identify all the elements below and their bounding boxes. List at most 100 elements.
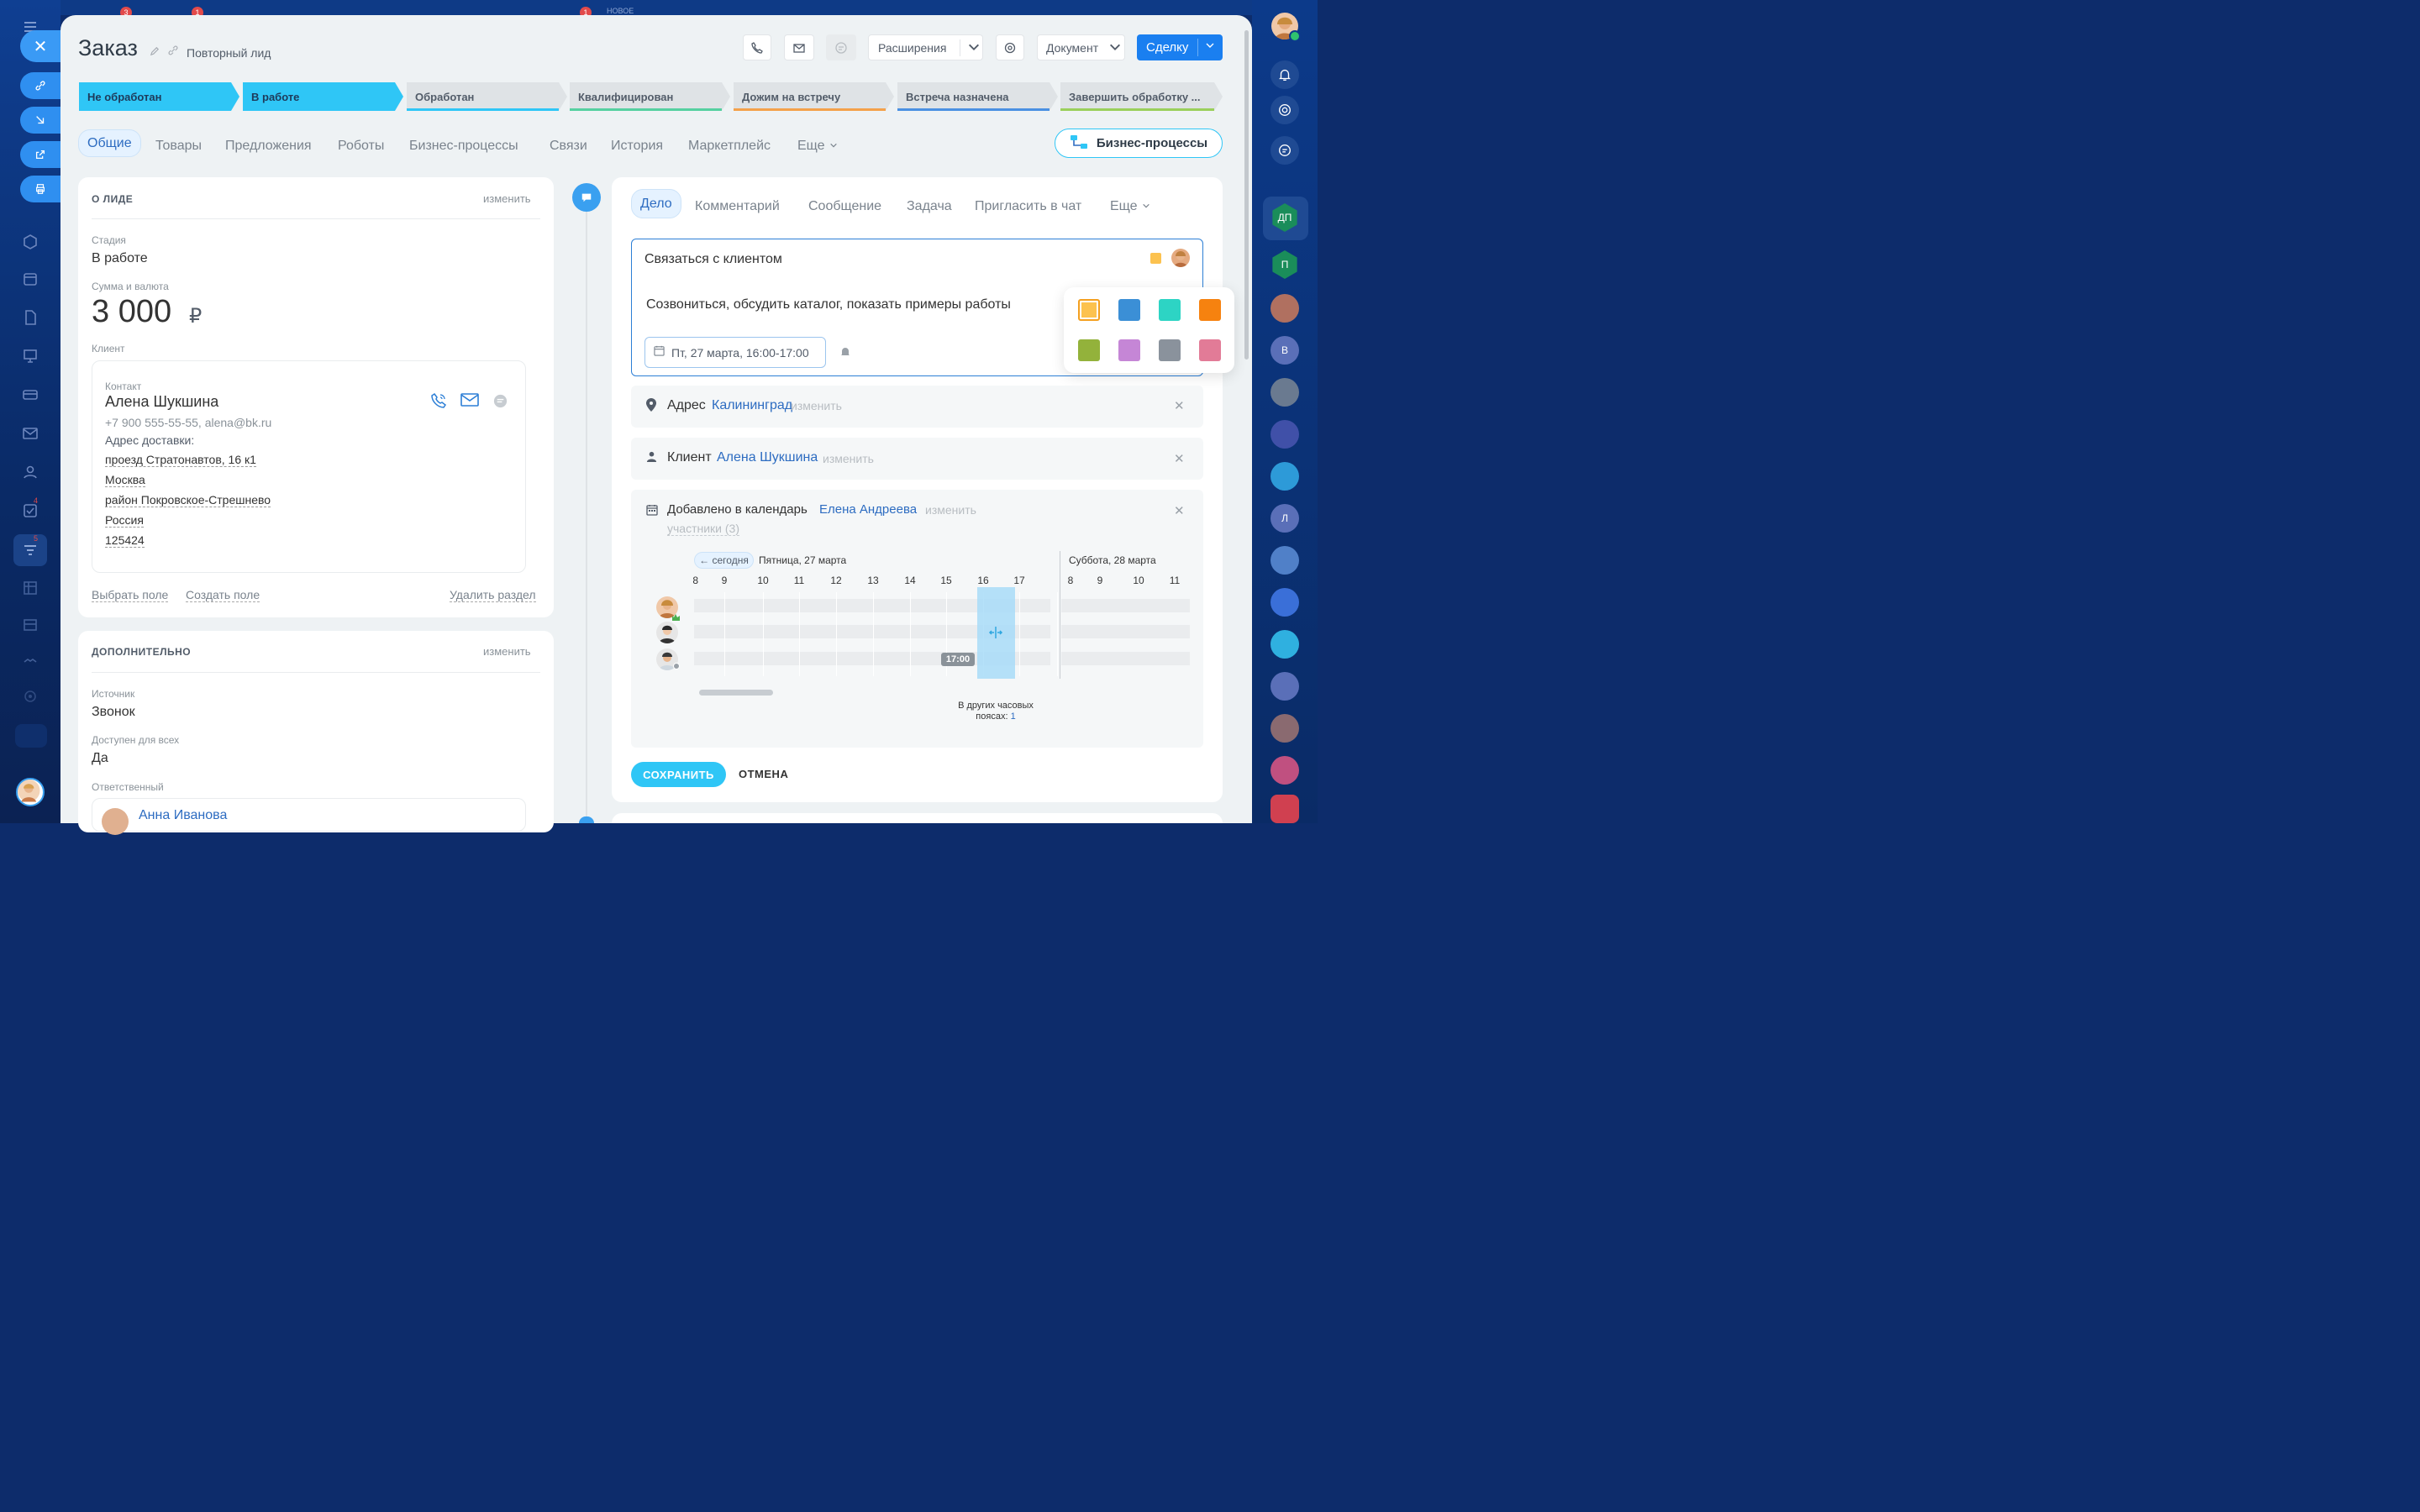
notifications-button[interactable] [1270,60,1299,89]
open-new-window-button[interactable] [20,141,60,168]
calendar-owner[interactable]: Елена Андреева [819,502,917,517]
address-line[interactable]: проезд Стратонавтов, 16 к1 [105,453,256,467]
chat-v[interactable]: В [1270,336,1299,365]
stage-not-processed[interactable]: Не обработан [79,82,239,111]
chat-avatar[interactable] [1270,378,1299,407]
tab-offers[interactable]: Предложения [225,134,312,158]
calendar-edit-link[interactable]: изменить [925,503,976,517]
handshake-icon[interactable] [18,650,42,674]
play-icon[interactable] [1289,30,1301,42]
funnel-icon[interactable] [18,538,42,562]
settings-icon[interactable] [18,685,42,708]
convert-to-deal-button[interactable]: Сделку [1137,34,1223,60]
color-swatch[interactable] [1078,339,1100,361]
bot-icon[interactable] [1270,630,1299,659]
presentation-icon[interactable] [18,344,42,368]
public-value[interactable]: Да [92,751,108,766]
planner-scrollbar[interactable] [699,690,773,696]
tab-products[interactable]: Товары [155,134,202,158]
contact-mail-icon[interactable] [460,392,479,412]
stage-finish[interactable]: Завершить обработку ... [1060,82,1223,111]
sum-value[interactable]: 3 000 [92,294,171,330]
card-icon[interactable] [18,383,42,407]
tab-robots[interactable]: Роботы [338,134,384,158]
tab-more[interactable]: Еще [797,134,838,158]
task-color-marker[interactable] [1150,253,1161,264]
group-icon[interactable] [1270,672,1299,701]
extensions-button[interactable]: Расширения [868,34,983,60]
settings-button[interactable] [996,34,1024,60]
address-edit-link[interactable]: изменить [791,399,842,412]
edit-section-link[interactable]: изменить [483,645,531,658]
contact-chat-icon[interactable] [492,393,508,413]
bookmark-icon[interactable] [1270,588,1299,617]
color-swatch[interactable] [1118,339,1140,361]
messages-button[interactable] [1270,136,1299,165]
task-title-input[interactable]: Связаться с клиентом [644,252,782,267]
activity-tab-deal[interactable]: Дело [631,189,681,218]
grid-icon[interactable] [18,576,42,600]
color-swatch[interactable] [1159,299,1181,321]
chat-avatar[interactable] [1270,420,1299,449]
video-call-icon[interactable] [1270,795,1299,823]
copilot-button[interactable] [1270,96,1299,124]
mail-icon[interactable] [18,422,42,445]
remove-client-button[interactable]: ✕ [1174,451,1185,466]
activity-tab-comment[interactable]: Комментарий [695,195,780,218]
save-button[interactable]: СОХРАНИТЬ [631,762,726,787]
call-button[interactable] [743,34,771,60]
document-icon[interactable] [18,306,42,329]
tab-links[interactable]: Связи [550,134,587,158]
contact-info[interactable]: +7 900 555-55-55, alena@bk.ru [105,416,271,429]
task-description[interactable]: Созвониться, обсудить каталог, показать … [646,297,1011,312]
tab-business-processes[interactable]: Бизнес-процессы [409,134,518,158]
activity-tab-task[interactable]: Задача [907,195,952,218]
remove-address-button[interactable]: ✕ [1174,398,1185,413]
calendar-icon[interactable] [18,267,42,291]
color-swatch[interactable] [1078,299,1100,321]
color-swatch[interactable] [1118,299,1140,321]
stage-processed[interactable]: Обработан [407,82,567,111]
color-swatch[interactable] [1199,299,1221,321]
color-swatch[interactable] [1199,339,1221,361]
address-line[interactable]: Россия [105,513,144,528]
participant-avatar[interactable] [656,622,678,643]
responsible-name[interactable]: Анна Иванова [139,808,227,823]
address-line[interactable]: Москва [105,473,145,487]
remove-calendar-button[interactable]: ✕ [1174,503,1185,518]
link-icon[interactable] [167,45,179,60]
address-row-value[interactable]: Калининград [712,398,792,413]
source-value[interactable]: Звонок [92,705,135,720]
tab-history[interactable]: История [611,134,663,158]
address-line[interactable]: 125424 [105,533,145,548]
chat-avatar[interactable] [1270,714,1299,743]
business-processes-button[interactable]: Бизнес-процессы [1055,129,1223,158]
chat-avatar[interactable] [1270,294,1299,323]
edit-section-link[interactable]: изменить [483,192,531,205]
chat-avatar[interactable] [1270,546,1299,575]
tab-general[interactable]: Общие [78,129,141,157]
collapse-button[interactable] [15,724,47,748]
email-button[interactable] [784,34,814,60]
stage-qualified[interactable]: Квалифицирован [570,82,730,111]
create-field-link[interactable]: Создать поле [186,588,260,602]
my-avatar[interactable] [16,778,45,806]
participants-link[interactable]: участники (3) [667,522,739,536]
chat-group-icon[interactable] [1270,462,1299,491]
address-line[interactable]: район Покровское-Стрешнево [105,493,271,507]
chat-l[interactable]: Л [1270,504,1299,533]
stage-value[interactable]: В работе [92,251,148,266]
chevron-down-icon[interactable] [1205,39,1215,54]
contacts-icon[interactable] [18,460,42,484]
storage-icon[interactable] [18,613,42,637]
activity-tab-more[interactable]: Еще [1110,195,1150,218]
resize-handle-icon[interactable] [988,626,1003,643]
client-edit-link[interactable]: изменить [823,452,874,465]
activity-tab-message[interactable]: Сообщение [808,195,881,218]
hexagon-icon[interactable] [18,230,42,254]
stage-meeting-set[interactable]: Встреча назначена [897,82,1058,111]
today-button[interactable]: ← сегодня [694,552,754,569]
client-row-value[interactable]: Алена Шукшина [717,450,818,465]
assignee-avatar[interactable] [1171,249,1190,267]
edit-title-icon[interactable] [150,45,160,60]
